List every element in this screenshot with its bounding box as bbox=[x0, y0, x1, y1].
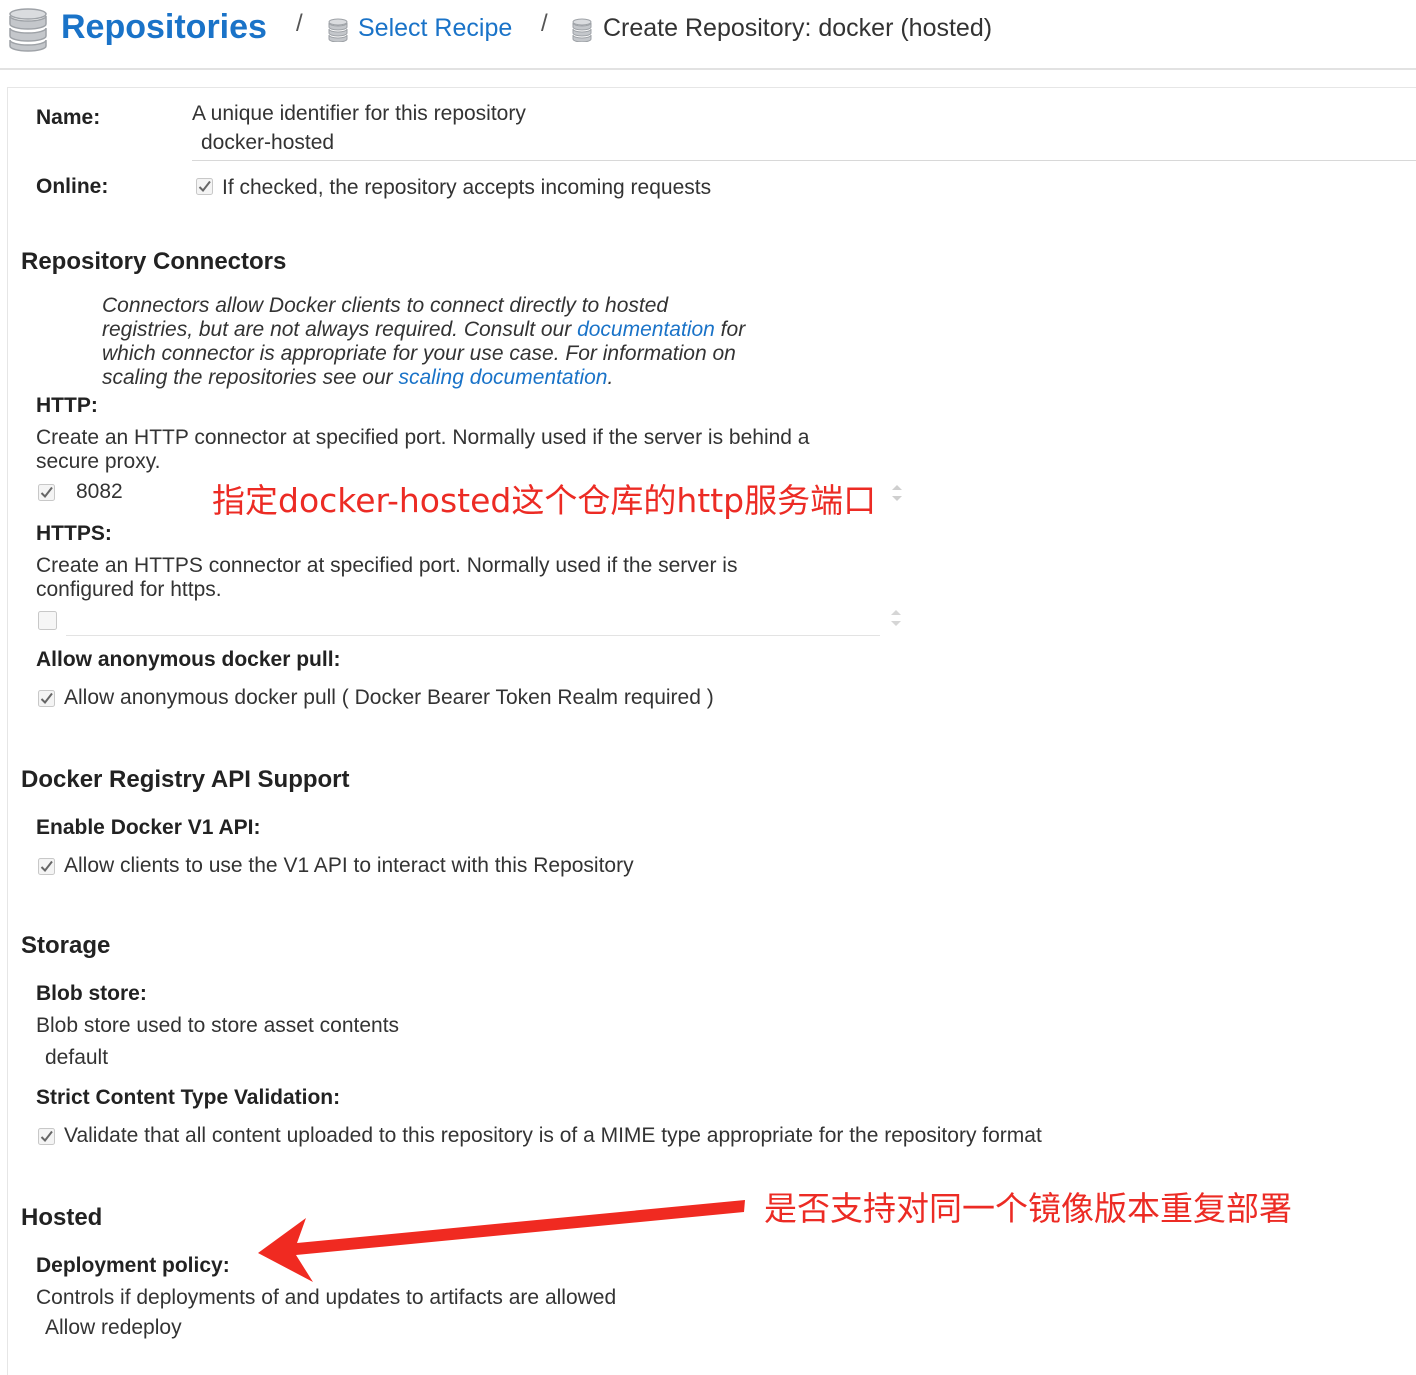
annotation-arrow-icon bbox=[258, 1200, 745, 1282]
